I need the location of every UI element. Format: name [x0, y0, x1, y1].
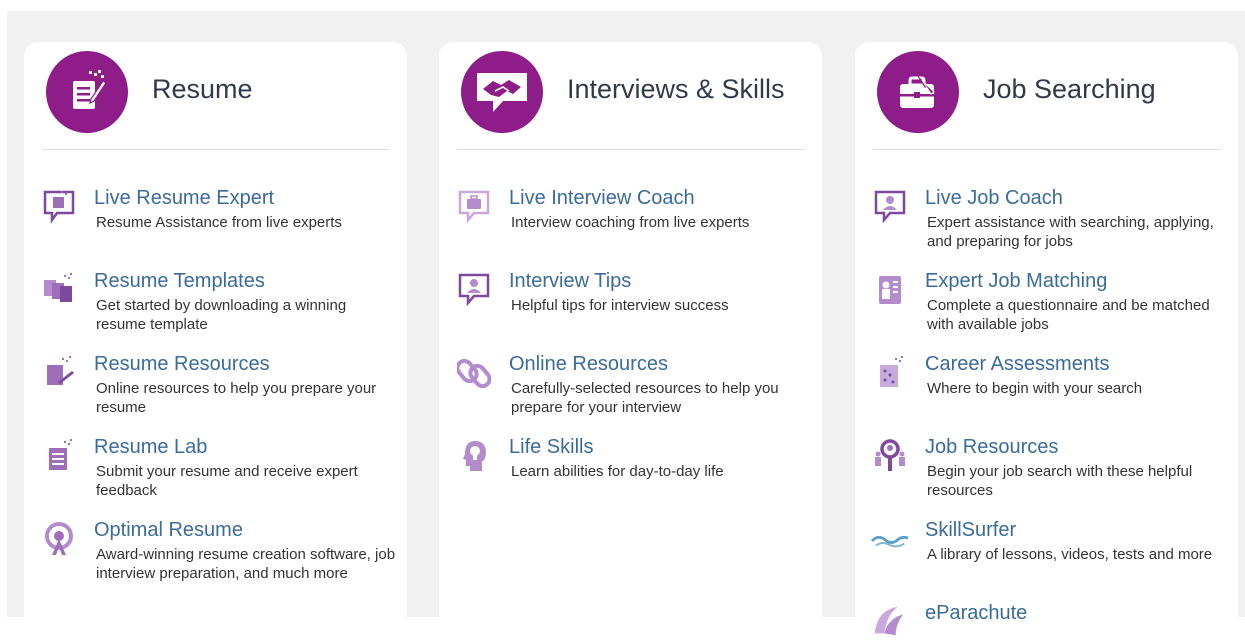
divider: [457, 149, 804, 150]
item-description: Get started by downloading a winning res…: [96, 297, 347, 333]
item-title[interactable]: Career Assessments: [925, 353, 1110, 376]
card-resume: Resume Live Resume Expert Resume Assista…: [24, 42, 407, 628]
card-title: Job Searching: [983, 74, 1156, 104]
item-title[interactable]: Live Resume Expert: [94, 187, 274, 210]
item-description: Interview coaching from live experts: [511, 214, 750, 231]
item-title[interactable]: Optimal Resume: [94, 519, 243, 542]
item-title[interactable]: Live Job Coach: [925, 187, 1063, 210]
item-title[interactable]: Job Resources: [925, 436, 1058, 459]
document-icon: [40, 436, 78, 476]
link-resume-lab[interactable]: Resume Lab Submit your resume and receiv…: [24, 436, 407, 516]
link-live-resume-expert[interactable]: Live Resume Expert Resume Assistance fro…: [24, 187, 407, 267]
item-description: Where to begin with your search: [927, 380, 1143, 397]
item-description: Begin your job search with these helpful…: [927, 463, 1193, 499]
briefcase-search-icon: [877, 51, 959, 133]
page-background: Resume Live Resume Expert Resume Assista…: [7, 11, 1245, 636]
item-title[interactable]: Online Resources: [509, 353, 668, 376]
divider: [42, 149, 389, 150]
item-title[interactable]: eParachute: [925, 602, 1027, 625]
item-title[interactable]: Life Skills: [509, 436, 593, 459]
document-stack-icon: [40, 270, 78, 310]
card-header: Job Searching: [855, 42, 1238, 150]
link-eparachute[interactable]: eParachute: [855, 602, 1238, 636]
link-career-assessments[interactable]: Career Assessments Where to begin with y…: [855, 353, 1238, 433]
item-title[interactable]: Resume Resources: [94, 353, 270, 376]
item-description: Helpful tips for interview success: [511, 297, 729, 314]
assessment-icon: [871, 353, 909, 393]
link-skillsurfer[interactable]: SkillSurfer A library of lessons, videos…: [855, 519, 1238, 599]
person-checklist-icon: [871, 270, 909, 310]
link-interview-tips[interactable]: Interview Tips Helpful tips for intervie…: [439, 270, 822, 350]
chat-bubble-person-icon: [455, 270, 493, 310]
item-description: Award-winning resume creation software, …: [96, 546, 396, 582]
item-description: Submit your resume and receive expert fe…: [96, 463, 358, 499]
link-live-job-coach[interactable]: Live Job Coach Expert assistance with se…: [855, 187, 1238, 267]
card-job-searching: Job Searching Live Job Coach Expert assi…: [855, 42, 1238, 636]
card-title: Resume: [152, 74, 253, 104]
chat-bubble-person-icon: [871, 187, 909, 227]
people-search-icon: [871, 436, 909, 476]
item-description: Expert assistance with searching, applyi…: [927, 214, 1214, 250]
item-title[interactable]: SkillSurfer: [925, 519, 1016, 542]
item-title[interactable]: Resume Lab: [94, 436, 207, 459]
item-description: Resume Assistance from live experts: [96, 214, 342, 231]
document-pen-icon: [40, 353, 78, 393]
card-interviews-skills: Interviews & Skills Live Interview Coach…: [439, 42, 822, 628]
item-title[interactable]: Interview Tips: [509, 270, 631, 293]
link-job-resources[interactable]: Job Resources Begin your job search with…: [855, 436, 1238, 516]
card-title: Interviews & Skills: [567, 74, 785, 104]
head-lightbulb-icon: [455, 436, 493, 476]
link-life-skills[interactable]: Life Skills Learn abilities for day-to-d…: [439, 436, 822, 516]
link-resume-templates[interactable]: Resume Templates Get started by download…: [24, 270, 407, 350]
link-expert-job-matching[interactable]: Expert Job Matching Complete a questionn…: [855, 270, 1238, 350]
divider: [873, 149, 1220, 150]
card-header: Resume: [24, 42, 407, 150]
parachute-icon: [871, 602, 909, 642]
link-resume-resources[interactable]: Resume Resources Online resources to hel…: [24, 353, 407, 433]
resume-pen-icon: [46, 51, 128, 133]
item-title[interactable]: Expert Job Matching: [925, 270, 1107, 293]
item-description: Complete a questionnaire and be matched …: [927, 297, 1210, 333]
item-description: Learn abilities for day-to-day life: [511, 463, 724, 480]
item-description: Online resources to help you prepare you…: [96, 380, 377, 416]
card-header: Interviews & Skills: [439, 42, 822, 150]
link-live-interview-coach[interactable]: Live Interview Coach Interview coaching …: [439, 187, 822, 267]
link-online-resources[interactable]: Online Resources Carefully-selected reso…: [439, 353, 822, 433]
link-optimal-resume[interactable]: Optimal Resume Award-winning resume crea…: [24, 519, 407, 614]
broadcast-icon: [40, 519, 78, 559]
wave-icon: [871, 519, 909, 559]
link-icon: [455, 353, 493, 393]
item-title[interactable]: Resume Templates: [94, 270, 265, 293]
item-description: Carefully-selected resources to help you…: [511, 380, 779, 416]
item-description: A library of lessons, videos, tests and …: [927, 546, 1213, 563]
chat-bubble-document-icon: [40, 187, 78, 227]
handshake-icon: [461, 51, 543, 133]
item-title[interactable]: Live Interview Coach: [509, 187, 695, 210]
chat-bubble-briefcase-icon: [455, 187, 493, 227]
